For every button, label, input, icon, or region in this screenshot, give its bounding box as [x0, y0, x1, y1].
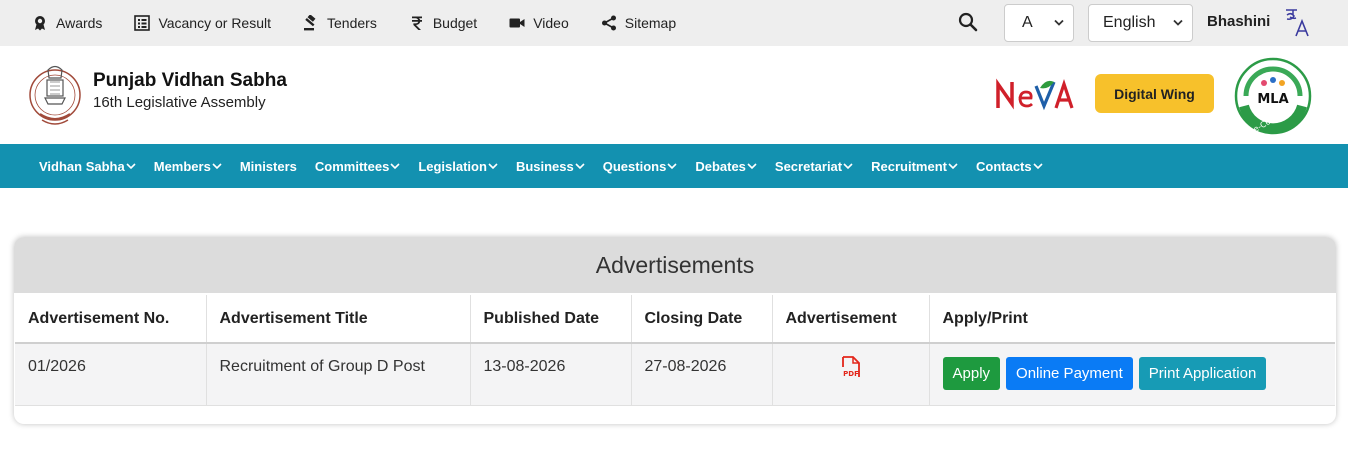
- share-icon: [601, 15, 616, 31]
- pdf-icon-label: PDF: [843, 370, 859, 378]
- vacancy-result-link-label: Vacancy or Result: [158, 15, 272, 31]
- nav-item-secretariat[interactable]: Secretariat: [775, 159, 853, 174]
- language-value: English: [1103, 14, 1156, 31]
- nav-item-label: Debates: [695, 158, 746, 174]
- awards-link[interactable]: Awards: [32, 15, 102, 31]
- nav-item-contacts[interactable]: Contacts: [976, 159, 1043, 174]
- col-header-title: Advertisement Title: [206, 295, 471, 344]
- mla-econnect-logo[interactable]: MLA e-Connect: [1232, 56, 1314, 136]
- bhashini-label[interactable]: Bhashini: [1207, 13, 1270, 30]
- nav-item-label: Recruitment: [871, 158, 947, 174]
- col-header-apply-print: Apply/Print: [929, 295, 1335, 344]
- nav-item-business[interactable]: Business: [516, 159, 585, 174]
- language-select[interactable]: English: [1088, 4, 1193, 42]
- published-date: 13-08-2026: [470, 343, 632, 406]
- font-size-select[interactable]: A: [1004, 4, 1074, 42]
- site-subtitle: 16th Legislative Assembly: [93, 94, 266, 111]
- apply-button[interactable]: Apply: [942, 357, 1001, 390]
- nav-item-label: Members: [153, 158, 211, 174]
- sitemap-link-label: Sitemap: [624, 15, 677, 31]
- budget-link[interactable]: Budget: [409, 15, 477, 31]
- nav-item-debates[interactable]: Debates: [695, 159, 757, 174]
- online-payment-button[interactable]: Online Payment: [1006, 357, 1133, 390]
- state-emblem-logo[interactable]: [28, 58, 82, 132]
- gavel-icon: [304, 15, 316, 31]
- nav-item-legislation[interactable]: Legislation: [418, 159, 498, 174]
- col-header-number: Advertisement No.: [15, 295, 207, 344]
- vacancy-result-link[interactable]: Vacancy or Result: [134, 15, 271, 31]
- chevron-down-icon: [667, 162, 677, 169]
- chevron-down-icon: [843, 162, 853, 169]
- advertisements-table: Advertisement No. Advertisement Title Pu…: [15, 295, 1335, 406]
- rupee-icon: [411, 16, 422, 30]
- nav-item-label: Vidhan Sabha: [39, 158, 125, 174]
- neva-logo[interactable]: [996, 76, 1076, 112]
- advertisement-pdf-cell: PDF: [772, 343, 930, 406]
- nav-item-label: Questions: [602, 158, 667, 174]
- advertisement-title: Recruitment of Group D Post: [206, 343, 471, 406]
- top-links: Awards Vacancy or Result Tenders Budget …: [32, 0, 708, 46]
- pdf-icon[interactable]: PDF: [839, 356, 863, 382]
- closing-date: 27-08-2026: [631, 343, 773, 406]
- advertisements-card: Advertisements Advertisement No. Adverti…: [14, 237, 1336, 424]
- chevron-down-icon: [1173, 19, 1183, 26]
- chevron-down-icon: [126, 162, 136, 169]
- tenders-link-label: Tenders: [327, 15, 377, 31]
- nav-item-questions[interactable]: Questions: [603, 159, 678, 174]
- digital-wing-button[interactable]: Digital Wing: [1095, 74, 1214, 113]
- table-header-row: Advertisement No. Advertisement Title Pu…: [15, 295, 1335, 344]
- site-header: Punjab Vidhan Sabha 16th Legislative Ass…: [0, 46, 1348, 144]
- video-link-label: Video: [533, 15, 569, 31]
- award-icon: [35, 16, 45, 31]
- awards-link-label: Awards: [56, 15, 103, 31]
- search-icon[interactable]: [958, 12, 978, 32]
- nav-item-label: Committees: [314, 158, 390, 174]
- main-nav: Vidhan Sabha Members Ministers Committees Le…: [0, 144, 1348, 188]
- nav-item-label: Secretariat: [774, 158, 843, 174]
- chevron-down-icon: [212, 162, 222, 169]
- chevron-down-icon: [747, 162, 757, 169]
- list-icon: [134, 15, 151, 31]
- print-application-button[interactable]: Print Application: [1138, 357, 1267, 390]
- chevron-down-icon: [1054, 19, 1064, 26]
- col-header-published: Published Date: [470, 295, 632, 344]
- col-header-advertisement: Advertisement: [772, 295, 930, 344]
- col-header-closing: Closing Date: [631, 295, 773, 344]
- nav-item-ministers[interactable]: Ministers: [240, 159, 297, 174]
- nav-item-label: Legislation: [418, 158, 487, 174]
- budget-link-label: Budget: [432, 15, 478, 31]
- top-utility-bar: Awards Vacancy or Result Tenders Budget …: [0, 0, 1348, 46]
- nav-item-recruitment[interactable]: Recruitment: [871, 159, 958, 174]
- advertisements-title: Advertisements: [14, 237, 1336, 293]
- nav-item-label: Contacts: [975, 158, 1032, 174]
- video-icon: [509, 18, 525, 28]
- nav-item-members[interactable]: Members: [154, 159, 222, 174]
- video-link[interactable]: Video: [509, 15, 569, 31]
- font-size-value: A: [1022, 14, 1033, 31]
- chevron-down-icon: [488, 162, 498, 169]
- table-row: 01/2026 Recruitment of Group D Post 13-0…: [15, 343, 1335, 406]
- advertisement-number: 01/2026: [15, 343, 207, 406]
- nav-item-label: Ministers: [239, 158, 297, 174]
- mla-logo-text: MLA: [1257, 92, 1288, 107]
- tenders-link[interactable]: Tenders: [303, 15, 377, 31]
- chevron-down-icon: [575, 162, 585, 169]
- chevron-down-icon: [1033, 162, 1043, 169]
- apply-print-cell: Apply Online Payment Print Application: [929, 343, 1335, 406]
- nav-item-vidhan-sabha[interactable]: Vidhan Sabha: [39, 159, 136, 174]
- chevron-down-icon: [390, 162, 400, 169]
- chevron-down-icon: [948, 162, 958, 169]
- nav-item-label: Business: [515, 158, 574, 174]
- site-title: Punjab Vidhan Sabha: [93, 70, 287, 91]
- nav-item-committees[interactable]: Committees: [315, 159, 400, 174]
- translate-icon[interactable]: [1284, 6, 1310, 38]
- sitemap-link[interactable]: Sitemap: [601, 15, 676, 31]
